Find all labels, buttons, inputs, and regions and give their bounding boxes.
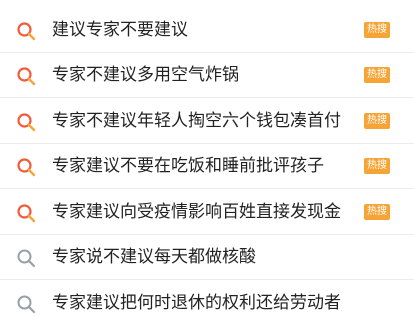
divider (0, 188, 414, 189)
search-icon (17, 295, 36, 314)
divider (0, 97, 414, 98)
hot-badge: 热搜 (364, 113, 390, 129)
hot-search-icon (17, 204, 36, 223)
suggestion-row[interactable]: 专家建议向受疫情影响百姓直接发现金 热搜 (0, 190, 414, 235)
hot-badge: 热搜 (364, 67, 390, 83)
suggestion-row[interactable]: 建议专家不要建议 热搜 (0, 8, 414, 53)
hot-badge: 热搜 (364, 204, 390, 220)
suggestion-text: 专家建议向受疫情影响百姓直接发现金 (52, 202, 341, 222)
suggestion-row[interactable]: 专家建议把何时退休的权利还给劳动者 (0, 281, 414, 316)
suggestion-text: 专家不建议年轻人掏空六个钱包凑首付 (52, 111, 341, 131)
suggestion-row[interactable]: 专家不建议年轻人掏空六个钱包凑首付 热搜 (0, 99, 414, 144)
suggestion-text: 建议专家不要建议 (52, 20, 188, 40)
hot-search-icon (17, 22, 36, 41)
hot-search-icon (17, 113, 36, 132)
suggestion-text: 专家建议把何时退休的权利还给劳动者 (52, 293, 341, 313)
suggestion-text: 专家不建议多用空气炸锅 (52, 65, 239, 85)
hot-badge: 热搜 (364, 22, 390, 38)
suggestion-text: 专家建议不要在吃饭和睡前批评孩子 (52, 156, 324, 176)
search-suggestion-list: 建议专家不要建议 热搜 专家不建议多用空气炸锅 热搜 专家不建议年轻人掏空六个钱… (0, 0, 414, 316)
suggestion-text: 专家说不建议每天都做核酸 (52, 247, 256, 267)
search-icon (17, 249, 36, 268)
hot-badge: 热搜 (364, 158, 390, 174)
hot-search-icon (17, 158, 36, 177)
hot-search-icon (17, 67, 36, 86)
suggestion-row[interactable]: 专家建议不要在吃饭和睡前批评孩子 热搜 (0, 144, 414, 189)
suggestion-row[interactable]: 专家说不建议每天都做核酸 (0, 235, 414, 280)
divider (0, 279, 414, 280)
suggestion-row[interactable]: 专家不建议多用空气炸锅 热搜 (0, 53, 414, 98)
